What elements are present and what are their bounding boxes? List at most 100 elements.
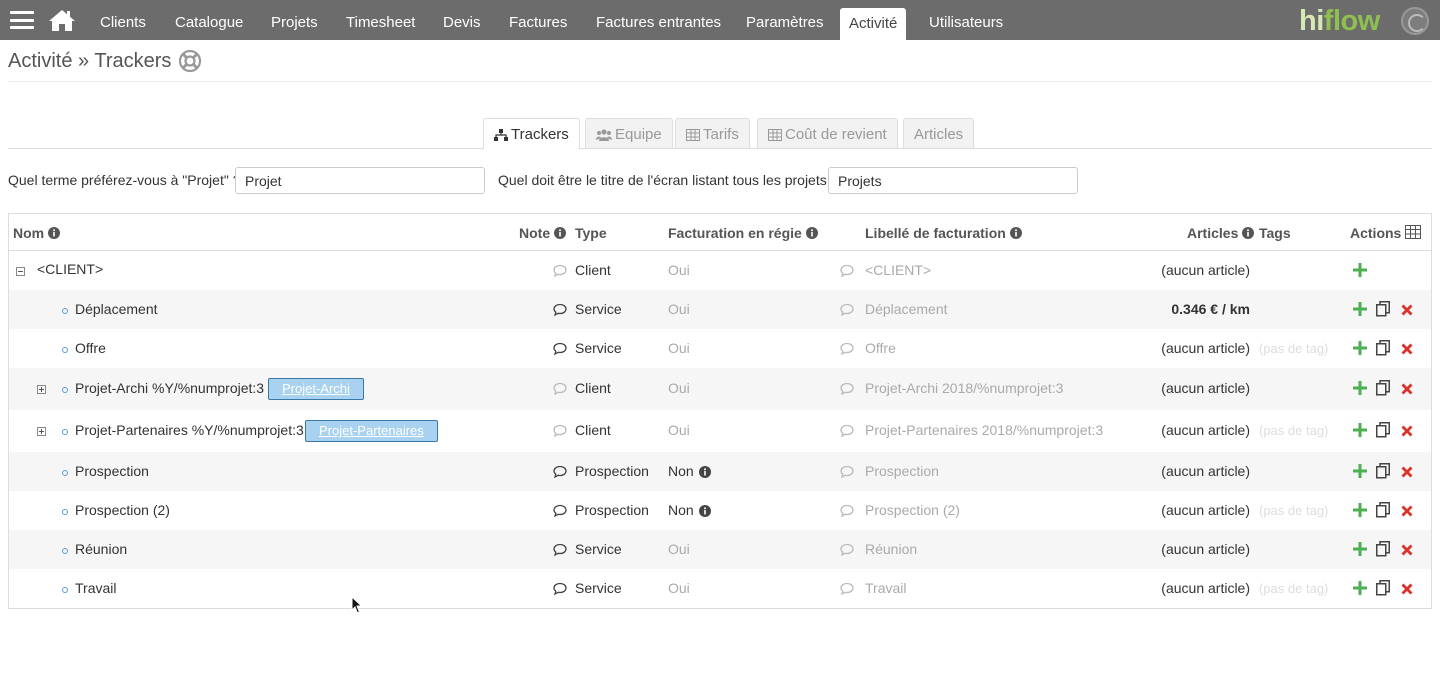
note-icon[interactable] bbox=[553, 303, 567, 317]
info-icon[interactable] bbox=[699, 465, 711, 478]
duplicate-icon[interactable] bbox=[1376, 579, 1391, 596]
tab-articles[interactable]: Articles bbox=[903, 118, 975, 149]
tab-tarifs[interactable]: Tarifs bbox=[675, 118, 750, 149]
libelle-note-icon[interactable] bbox=[840, 424, 854, 438]
add-child-icon[interactable] bbox=[1353, 580, 1367, 595]
tracker-name[interactable]: Offre bbox=[75, 340, 106, 356]
tracker-chip[interactable]: Projet-Partenaires bbox=[305, 420, 438, 442]
add-child-icon[interactable] bbox=[1353, 340, 1367, 355]
nav-factures-entrantes[interactable]: Factures entrantes bbox=[596, 0, 721, 40]
add-child-icon[interactable] bbox=[1353, 381, 1367, 395]
duplicate-icon[interactable] bbox=[1376, 540, 1391, 557]
libelle-note-icon[interactable] bbox=[840, 382, 854, 396]
note-icon[interactable] bbox=[553, 504, 567, 518]
duplicate-icon[interactable] bbox=[1376, 339, 1391, 356]
expand-toggle-icon[interactable] bbox=[37, 427, 46, 436]
info-icon[interactable] bbox=[805, 227, 818, 239]
lifebuoy-help-icon[interactable] bbox=[178, 49, 202, 73]
nav-activite[interactable]: Activité bbox=[840, 8, 907, 40]
nav-factures[interactable]: Factures bbox=[509, 0, 567, 40]
note-icon[interactable] bbox=[553, 543, 567, 557]
hiflow-logo[interactable]: hiflow bbox=[1299, 4, 1380, 38]
delete-icon[interactable] bbox=[1400, 543, 1414, 557]
duplicate-icon[interactable] bbox=[1376, 422, 1391, 438]
delete-icon[interactable] bbox=[1400, 504, 1414, 518]
tags-placeholder[interactable]: (pas de tag) bbox=[1259, 341, 1328, 356]
info-icon[interactable] bbox=[48, 227, 61, 239]
tags-placeholder[interactable]: (pas de tag) bbox=[1259, 503, 1328, 518]
col-libelle[interactable]: Libellé de facturation bbox=[865, 225, 1022, 241]
note-icon[interactable] bbox=[553, 264, 567, 278]
title-input[interactable] bbox=[828, 167, 1078, 194]
tracker-name[interactable]: Travail bbox=[75, 580, 117, 596]
duplicate-icon[interactable] bbox=[1376, 501, 1391, 518]
add-child-icon[interactable] bbox=[1353, 301, 1367, 316]
note-icon[interactable] bbox=[553, 582, 567, 596]
delete-icon[interactable] bbox=[1400, 424, 1414, 438]
nav-parametres[interactable]: Paramètres bbox=[746, 0, 824, 40]
expand-toggle-icon[interactable] bbox=[37, 385, 46, 394]
add-child-icon[interactable] bbox=[1353, 423, 1367, 437]
nav-devis[interactable]: Devis bbox=[443, 0, 481, 40]
tracker-name[interactable]: Projet-Archi %Y/%numprojet:3 bbox=[75, 380, 264, 396]
tracker-name[interactable]: <CLIENT> bbox=[37, 261, 103, 277]
note-icon[interactable] bbox=[553, 382, 567, 396]
libelle-note-icon[interactable] bbox=[840, 264, 854, 278]
libelle-note-icon[interactable] bbox=[840, 504, 854, 518]
libelle-facturation: Déplacement bbox=[865, 300, 948, 317]
libelle-note-icon[interactable] bbox=[840, 465, 854, 479]
note-icon[interactable] bbox=[553, 424, 567, 438]
libelle-note-icon[interactable] bbox=[840, 543, 854, 557]
libelle-note-icon[interactable] bbox=[840, 342, 854, 356]
note-icon[interactable] bbox=[553, 342, 567, 356]
term-input[interactable] bbox=[235, 167, 485, 194]
nav-timesheet[interactable]: Timesheet bbox=[346, 0, 415, 40]
col-tags[interactable]: Tags bbox=[1259, 225, 1291, 241]
delete-icon[interactable] bbox=[1400, 342, 1414, 356]
delete-icon[interactable] bbox=[1400, 303, 1414, 317]
tracker-name[interactable]: Prospection (2) bbox=[75, 502, 170, 518]
col-nom[interactable]: Nom bbox=[13, 225, 61, 241]
libelle-note-icon[interactable] bbox=[840, 303, 854, 317]
delete-icon[interactable] bbox=[1400, 465, 1414, 479]
tracker-name[interactable]: Réunion bbox=[75, 541, 127, 557]
tab-equipe[interactable]: Equipe bbox=[585, 118, 673, 149]
tags-placeholder[interactable]: (pas de tag) bbox=[1259, 423, 1328, 438]
tracker-chip[interactable]: Projet-Archi bbox=[268, 378, 364, 400]
duplicate-icon[interactable] bbox=[1376, 380, 1391, 396]
info-icon[interactable] bbox=[554, 227, 567, 239]
libelle-note-icon[interactable] bbox=[840, 582, 854, 596]
duplicate-icon[interactable] bbox=[1376, 300, 1391, 317]
tags-placeholder[interactable]: (pas de tag) bbox=[1259, 581, 1328, 596]
menu-icon[interactable] bbox=[10, 11, 34, 29]
collapse-toggle-icon[interactable] bbox=[16, 266, 25, 276]
home-icon[interactable] bbox=[48, 8, 76, 32]
add-child-icon[interactable] bbox=[1353, 463, 1367, 478]
col-articles[interactable]: Articles bbox=[1187, 225, 1255, 241]
tracker-name[interactable]: Déplacement bbox=[75, 301, 158, 317]
add-child-icon[interactable] bbox=[1353, 262, 1367, 277]
tab-trackers[interactable]: Trackers bbox=[483, 118, 580, 150]
nav-utilisateurs[interactable]: Utilisateurs bbox=[929, 0, 1003, 40]
col-facturation[interactable]: Facturation en régie bbox=[668, 225, 818, 241]
add-child-icon[interactable] bbox=[1353, 502, 1367, 517]
nav-clients[interactable]: Clients bbox=[100, 0, 146, 40]
tracker-name[interactable]: Projet-Partenaires %Y/%numprojet:3 bbox=[75, 422, 304, 438]
nav-catalogue[interactable]: Catalogue bbox=[175, 0, 243, 40]
col-note[interactable]: Note bbox=[519, 225, 567, 241]
tracker-name[interactable]: Prospection bbox=[75, 463, 149, 479]
col-type[interactable]: Type bbox=[575, 225, 607, 241]
delete-icon[interactable] bbox=[1400, 582, 1414, 596]
info-icon[interactable] bbox=[1242, 227, 1255, 239]
duplicate-icon[interactable] bbox=[1376, 462, 1391, 479]
nav-projets[interactable]: Projets bbox=[271, 0, 318, 40]
articles-value: (aucun article) bbox=[1161, 380, 1250, 396]
info-icon[interactable] bbox=[699, 504, 711, 517]
note-icon[interactable] bbox=[553, 465, 567, 479]
tab-cout-de-revient[interactable]: Coût de revient bbox=[757, 118, 898, 149]
tracker-type: Client bbox=[575, 422, 611, 438]
info-icon[interactable] bbox=[1009, 227, 1022, 239]
add-child-icon[interactable] bbox=[1353, 541, 1367, 556]
column-settings-icon[interactable] bbox=[1405, 225, 1421, 239]
delete-icon[interactable] bbox=[1400, 382, 1414, 396]
